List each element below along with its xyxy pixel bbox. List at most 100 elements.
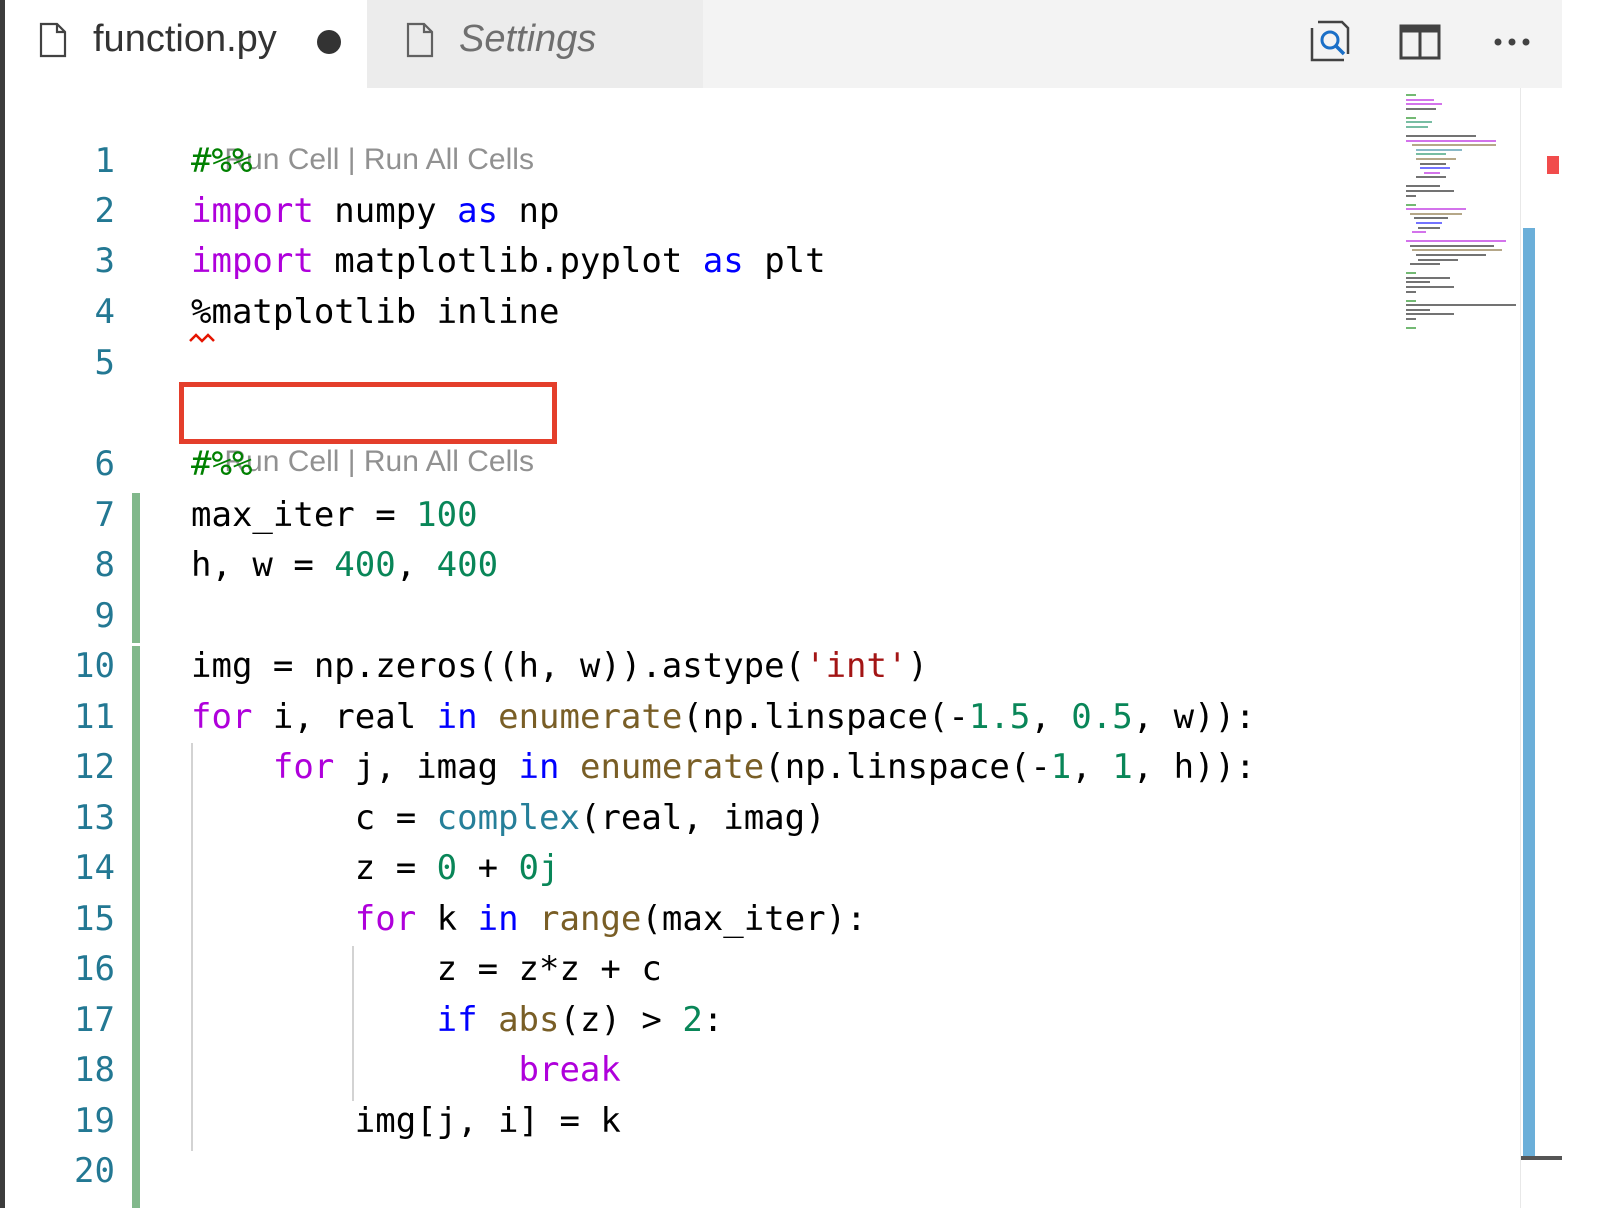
line-code: break: [191, 1045, 621, 1095]
line-number: 9: [94, 596, 115, 636]
code-line[interactable]: 6 #%%: [5, 439, 1402, 489]
code-line[interactable]: 10 img = np.zeros((h, w)).astype('int'): [5, 641, 1402, 691]
line-number: 1: [94, 141, 115, 181]
code-line[interactable]: 2 import numpy as np: [5, 186, 1402, 236]
code-token: 400: [334, 545, 396, 585]
code-line[interactable]: 12 for j, imag in enumerate(np.linspace(…: [5, 742, 1402, 792]
code-token: in: [518, 747, 560, 787]
line-number: 17: [74, 1000, 115, 1040]
code-line[interactable]: 16 z = z*z + c: [5, 944, 1402, 994]
minimap-line: [1406, 327, 1416, 329]
code-line[interactable]: 1 #%%: [5, 136, 1402, 186]
code-token: np: [498, 191, 560, 231]
minimap-line: [1406, 194, 1416, 197]
line-code: for j, imag in enumerate(np.linspace(-1,…: [191, 742, 1256, 792]
minimap-line: [1406, 103, 1442, 106]
minimap-line: [1406, 240, 1506, 243]
minimap-line: [1410, 263, 1440, 266]
minimap-line: [1406, 281, 1430, 284]
code-token: complex: [436, 798, 580, 838]
code-line[interactable]: 19 img[j, i] = k: [5, 1096, 1402, 1146]
tab-settings[interactable]: Settings: [367, 0, 703, 88]
window-right-margin: [1562, 0, 1608, 1208]
code-token: :: [702, 1000, 724, 1040]
code-line[interactable]: 18 break: [5, 1045, 1402, 1095]
minimap-line: [1410, 244, 1494, 247]
line-code: img[j, i] = k: [191, 1096, 621, 1146]
code-line[interactable]: 3 import matplotlib.pyplot as plt: [5, 236, 1402, 286]
code-line[interactable]: 8 h, w = 400, 400: [5, 540, 1402, 590]
error-marker: [1547, 156, 1559, 174]
minimap-line: [1418, 258, 1458, 261]
code-token: enumerate: [579, 747, 765, 787]
code-token: matplotlib.pyplot: [313, 241, 703, 281]
minimap-line: [1416, 158, 1456, 160]
scrollbar-end: [1521, 1156, 1563, 1160]
overview-ruler[interactable]: [1520, 88, 1563, 1208]
minimap-line: [1406, 313, 1454, 316]
code-line[interactable]: 14 z = 0 + 0j: [5, 843, 1402, 893]
line-number: 2: [94, 191, 115, 231]
line-code: img = np.zeros((h, w)).astype('int'): [191, 641, 928, 691]
line-number: 16: [74, 949, 115, 989]
code-line[interactable]: 20: [5, 1146, 1402, 1196]
line-number: 18: [74, 1050, 115, 1090]
line-code: #%%: [191, 439, 252, 489]
minimap-line: [1416, 176, 1446, 179]
minimap-line: [1406, 190, 1454, 192]
tab-function-py[interactable]: function.py: [5, 0, 367, 88]
split-editor-icon[interactable]: [1396, 18, 1444, 66]
code-token: abs: [498, 1000, 560, 1040]
code-token: 1: [1112, 747, 1133, 787]
code-token: ,: [1071, 747, 1113, 787]
code-editor[interactable]: Run Cell | Run All Cells Run Cell | Run …: [5, 88, 1402, 1208]
code-token: ,: [1030, 697, 1072, 737]
minimap-line: [1410, 212, 1462, 215]
more-actions-icon[interactable]: [1488, 18, 1536, 66]
code-line[interactable]: 13 c = complex(real, imag): [5, 793, 1402, 843]
minimap-line: [1406, 276, 1450, 279]
code-line[interactable]: 11 for i, real in enumerate(np.linspace(-…: [5, 692, 1402, 742]
code-line[interactable]: 4 %matplotlib inline: [5, 287, 1402, 337]
code-line[interactable]: 15 for k in range(max_iter):: [5, 894, 1402, 944]
line-code: for k in range(max_iter):: [191, 894, 867, 944]
code-line[interactable]: 17 if abs(z) > 2:: [5, 995, 1402, 1045]
code-token: i, real: [252, 697, 437, 737]
code-token: if: [436, 1000, 478, 1040]
line-number: 4: [94, 292, 115, 332]
code-line[interactable]: 7 max_iter = 100: [5, 490, 1402, 540]
line-code: max_iter = 100: [191, 490, 478, 540]
minimap-line: [1406, 272, 1416, 275]
line-code: for i, real in enumerate(np.linspace(-1.…: [191, 692, 1256, 742]
line-number: 12: [74, 747, 115, 787]
code-token: numpy: [313, 191, 458, 231]
minimap-line: [1406, 304, 1516, 307]
open-preview-icon[interactable]: [1306, 18, 1354, 66]
minimap-line: [1418, 226, 1440, 229]
line-code: #%%: [191, 136, 252, 186]
error-squiggle: [189, 333, 215, 343]
code-token: for: [354, 899, 417, 939]
code-token: (real, imag): [579, 798, 826, 838]
code-token: , h)):: [1132, 747, 1256, 787]
minimap-line: [1416, 222, 1442, 224]
unsaved-dot-icon[interactable]: [317, 30, 341, 54]
code-token: #%%: [191, 444, 253, 484]
line-number: 15: [74, 899, 115, 939]
minimap-line: [1416, 148, 1462, 151]
code-line[interactable]: 9: [5, 591, 1402, 641]
minimap[interactable]: [1402, 88, 1520, 1208]
line-code: %matplotlib inline: [191, 287, 559, 337]
file-icon: [406, 22, 434, 58]
scrollbar-thumb[interactable]: [1523, 228, 1535, 1158]
code-line[interactable]: 5: [5, 338, 1402, 388]
code-token: (z) >: [559, 1000, 683, 1040]
code-token: 1.5: [968, 697, 1031, 737]
code-token: enumerate: [498, 697, 683, 737]
code-token: 0: [436, 848, 458, 888]
line-number: 20: [74, 1151, 115, 1191]
minimap-line: [1406, 98, 1434, 101]
